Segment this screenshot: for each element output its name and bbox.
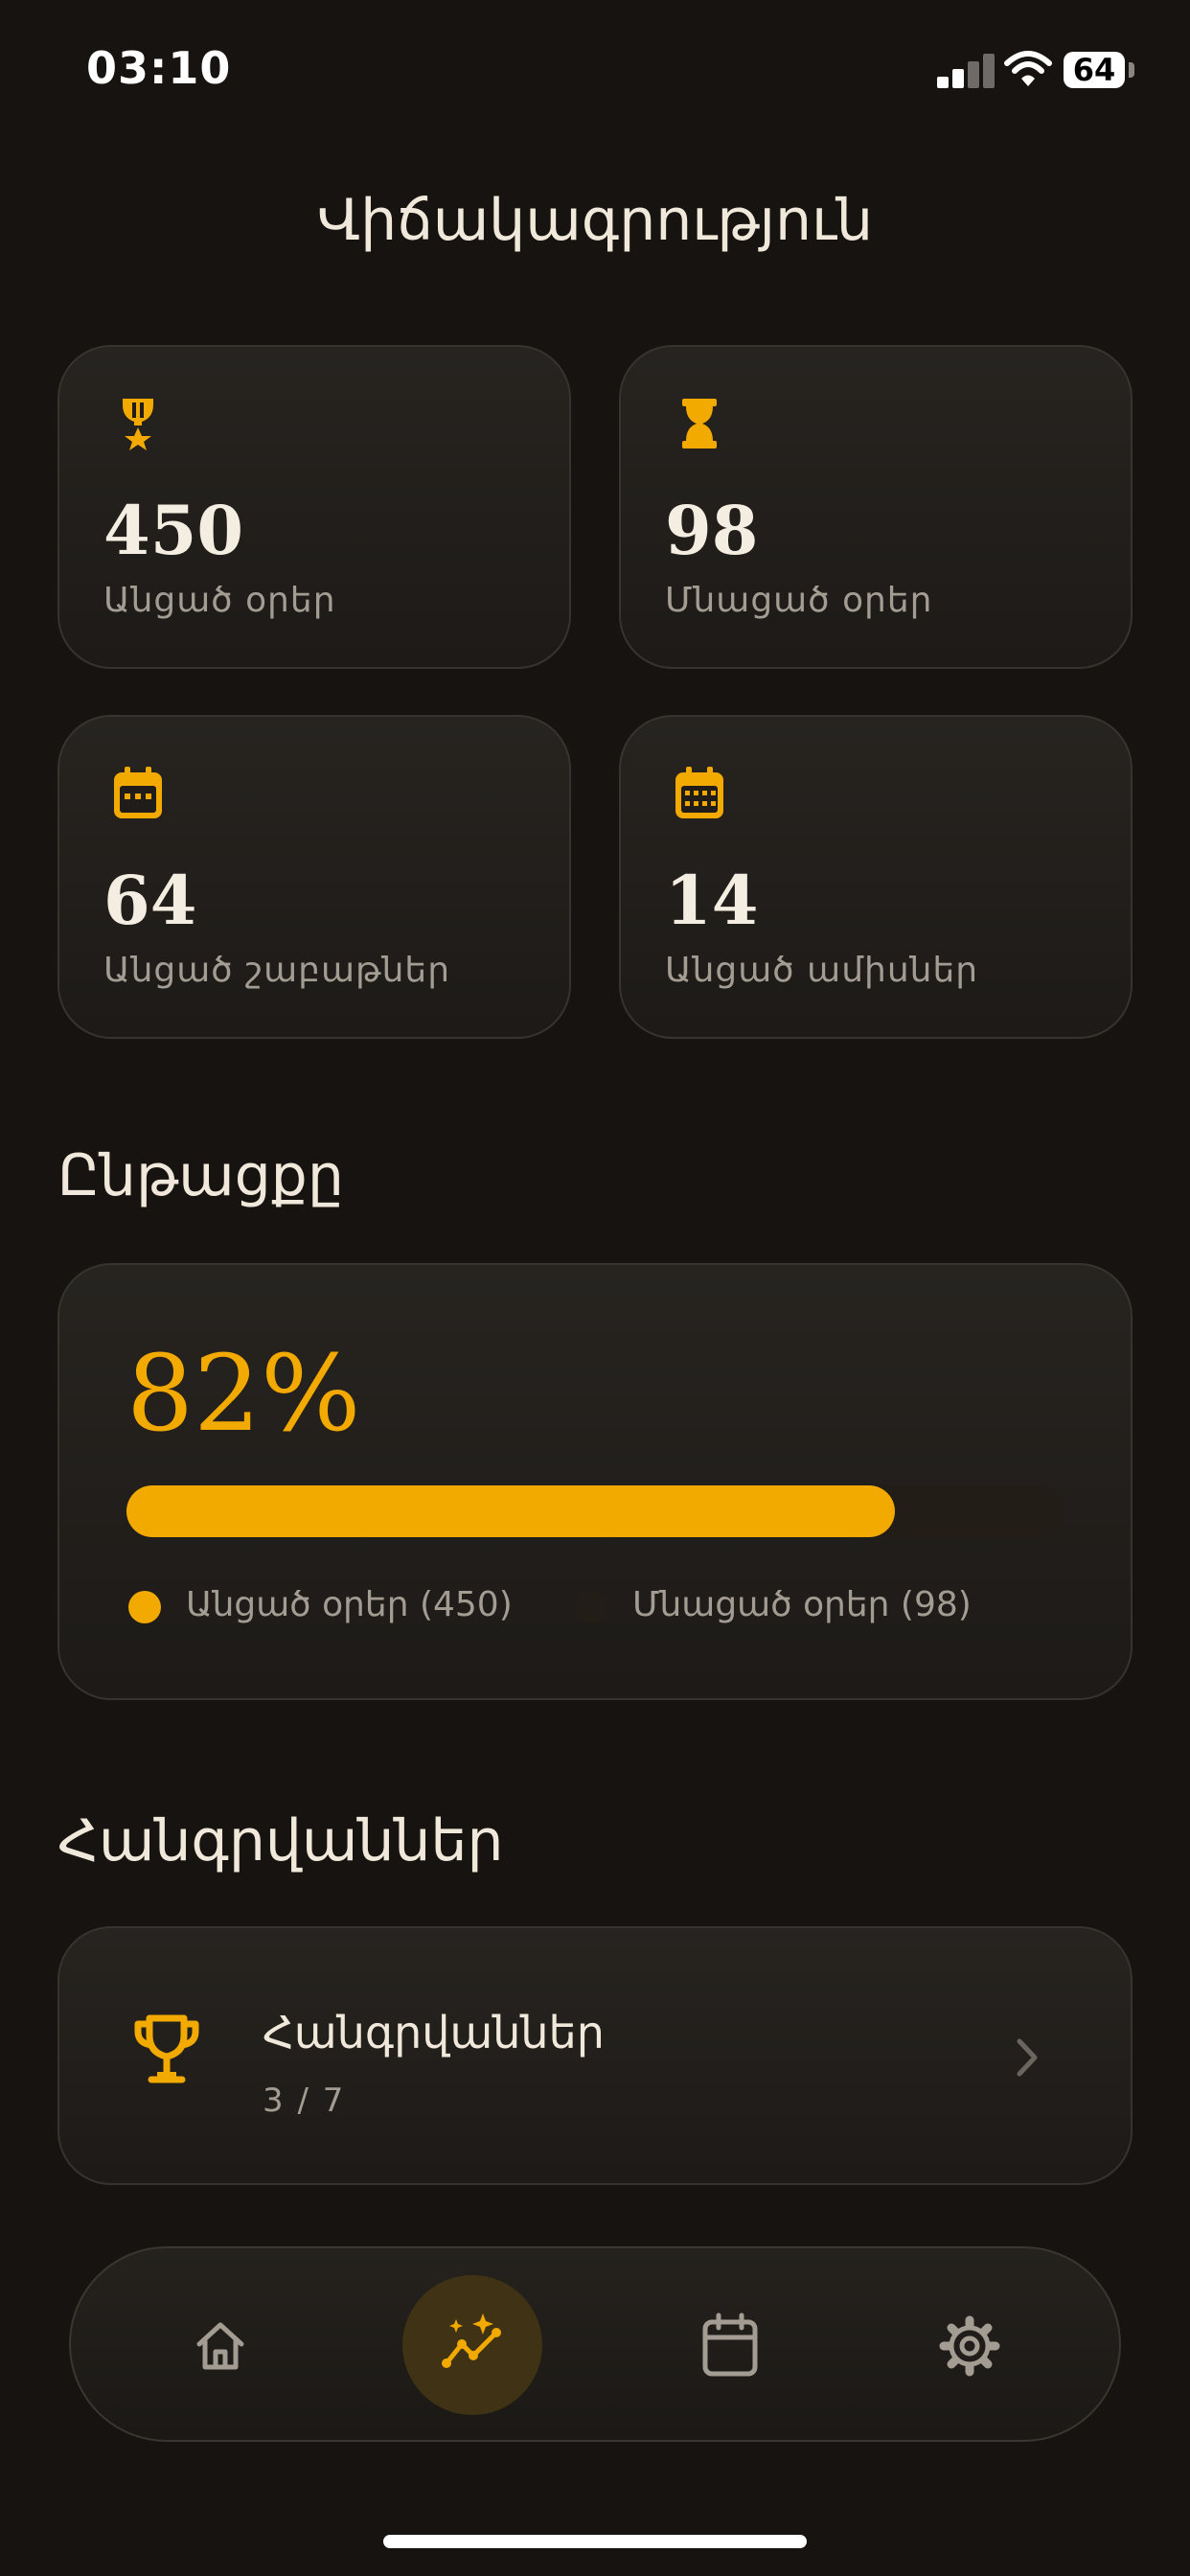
calendar-week-icon bbox=[114, 767, 162, 818]
hourglass-icon bbox=[682, 399, 717, 448]
stat-value: 450 bbox=[103, 491, 244, 570]
progress-track bbox=[126, 1485, 1064, 1537]
stat-label: Անցած օրեր bbox=[103, 581, 336, 620]
legend-label-remaining: Մնացած օրեր (98) bbox=[632, 1585, 972, 1624]
chevron-right-icon bbox=[1017, 2038, 1038, 2077]
stat-card-days-remaining: 98 Մնացած օրեր bbox=[619, 345, 1133, 669]
calendar-icon bbox=[702, 2312, 758, 2377]
tab-home[interactable] bbox=[161, 2287, 280, 2405]
achievements-section-title: Հանգրվաններ bbox=[57, 1807, 504, 1874]
stat-value: 64 bbox=[103, 861, 197, 940]
calendar-month-icon bbox=[675, 767, 723, 818]
stat-value: 98 bbox=[665, 491, 759, 570]
stat-label: Անցած ամիսներ bbox=[665, 951, 979, 990]
stat-label: Մնացած օրեր bbox=[665, 581, 933, 620]
wifi-icon bbox=[1004, 51, 1052, 86]
battery-icon bbox=[1129, 62, 1134, 78]
tab-calendar[interactable] bbox=[671, 2287, 790, 2405]
progress-section-title: Ընթացքը bbox=[57, 1142, 344, 1209]
stat-card-days-passed: 450 Անցած օրեր bbox=[57, 345, 571, 669]
progress-fill bbox=[126, 1485, 895, 1537]
home-indicator[interactable] bbox=[383, 2535, 807, 2548]
progress-card: 82% Անցած օրեր (450) Մնացած օրեր (98) bbox=[57, 1263, 1133, 1700]
achievements-row[interactable]: Հանգրվաններ 3 / 7 bbox=[57, 1926, 1133, 2185]
gear-icon bbox=[939, 2315, 1000, 2377]
tab-settings[interactable] bbox=[910, 2287, 1029, 2405]
stat-card-months-passed: 14 Անցած ամիսներ bbox=[619, 715, 1133, 1039]
trophy-icon bbox=[134, 2014, 199, 2083]
achievements-item-title: Հանգրվաններ bbox=[263, 2007, 605, 2058]
tab-stats[interactable] bbox=[414, 2287, 533, 2405]
progress-percent: 82% bbox=[126, 1332, 361, 1455]
medal-icon bbox=[123, 399, 153, 450]
legend-dot-remaining bbox=[575, 1591, 607, 1623]
trend-sparkle-icon bbox=[442, 2313, 501, 2368]
cellular-signal-icon bbox=[937, 54, 995, 88]
status-time: 03:10 bbox=[86, 42, 232, 94]
battery-level: 64 bbox=[1064, 52, 1125, 88]
home-icon bbox=[196, 2322, 244, 2370]
legend-label-passed: Անցած օրեր (450) bbox=[186, 1585, 513, 1624]
stat-card-weeks-passed: 64 Անցած շաբաթներ bbox=[57, 715, 571, 1039]
legend-dot-passed bbox=[128, 1591, 161, 1623]
stat-value: 14 bbox=[665, 861, 759, 940]
tab-bar bbox=[69, 2246, 1121, 2442]
achievements-item-count: 3 / 7 bbox=[263, 2082, 346, 2120]
page-title: Վիճակագրություն bbox=[316, 187, 874, 254]
stat-label: Անցած շաբաթներ bbox=[103, 951, 451, 990]
